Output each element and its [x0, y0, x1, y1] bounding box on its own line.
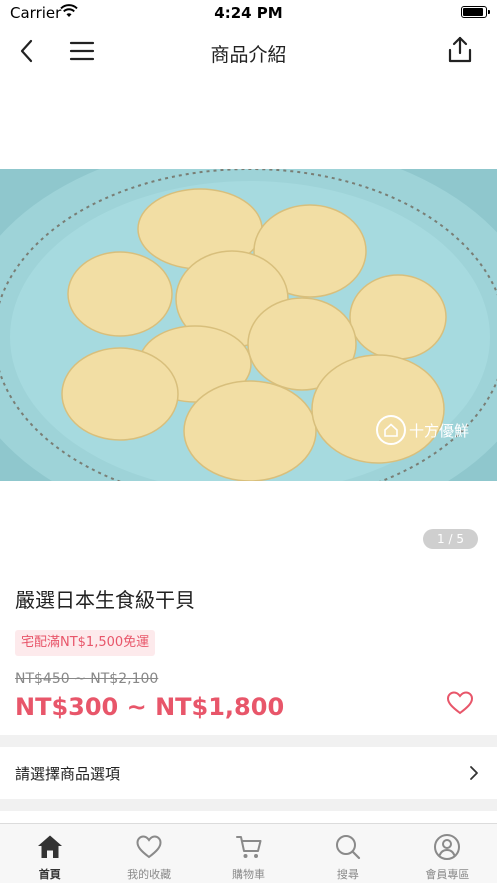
user-icon — [434, 834, 461, 860]
clock: 4:24 PM — [214, 4, 283, 22]
brand-watermark: 十方優鮮 — [376, 415, 469, 445]
product-title: 嚴選日本生食級干貝 — [15, 588, 195, 612]
share-button[interactable] — [447, 36, 473, 64]
product-image-carousel[interactable]: 十方優鮮 — [0, 169, 497, 481]
heart-icon — [136, 835, 162, 859]
battery-icon — [461, 6, 490, 18]
select-options-label: 請選擇商品選項 — [15, 765, 121, 783]
tab-member[interactable]: 會員專區 — [398, 824, 497, 883]
shipping-promo-badge: 宅配滿NT$1,500免運 — [15, 630, 156, 656]
navigation-bar: 商品介紹 — [0, 26, 497, 76]
chevron-right-icon — [470, 766, 478, 780]
tab-home[interactable]: 首頁 — [0, 824, 99, 883]
search-icon — [335, 835, 361, 860]
tab-label: 我的收藏 — [127, 868, 172, 881]
section-divider — [0, 735, 497, 747]
favorite-heart-icon[interactable] — [446, 690, 474, 716]
sale-price: NT$300 ~ NT$1,800 — [15, 693, 285, 721]
tab-search[interactable]: 搜尋 — [298, 824, 397, 883]
cart-icon — [235, 836, 262, 858]
tab-cart[interactable]: 購物車 — [199, 824, 298, 883]
house-icon — [376, 415, 406, 445]
bottom-tab-bar: 首頁 我的收藏 購物車 搜尋 會員專區 — [0, 823, 497, 883]
original-price: NT$450 ~ NT$2,100 — [15, 671, 159, 687]
tab-label: 搜尋 — [336, 868, 359, 881]
menu-button[interactable] — [68, 38, 96, 64]
back-button[interactable] — [14, 38, 40, 64]
image-pager: 1 / 5 — [423, 529, 478, 549]
tab-label: 會員專區 — [425, 868, 470, 881]
tab-label: 購物車 — [232, 868, 266, 881]
watermark-text: 十方優鮮 — [409, 421, 470, 440]
status-bar: Carrier 4:24 PM — [0, 0, 497, 26]
tab-favorites[interactable]: 我的收藏 — [99, 824, 198, 883]
section-divider — [0, 799, 497, 811]
home-icon — [37, 835, 62, 858]
tab-label: 首頁 — [38, 868, 61, 881]
select-options-row[interactable]: 請選擇商品選項 — [0, 747, 497, 799]
